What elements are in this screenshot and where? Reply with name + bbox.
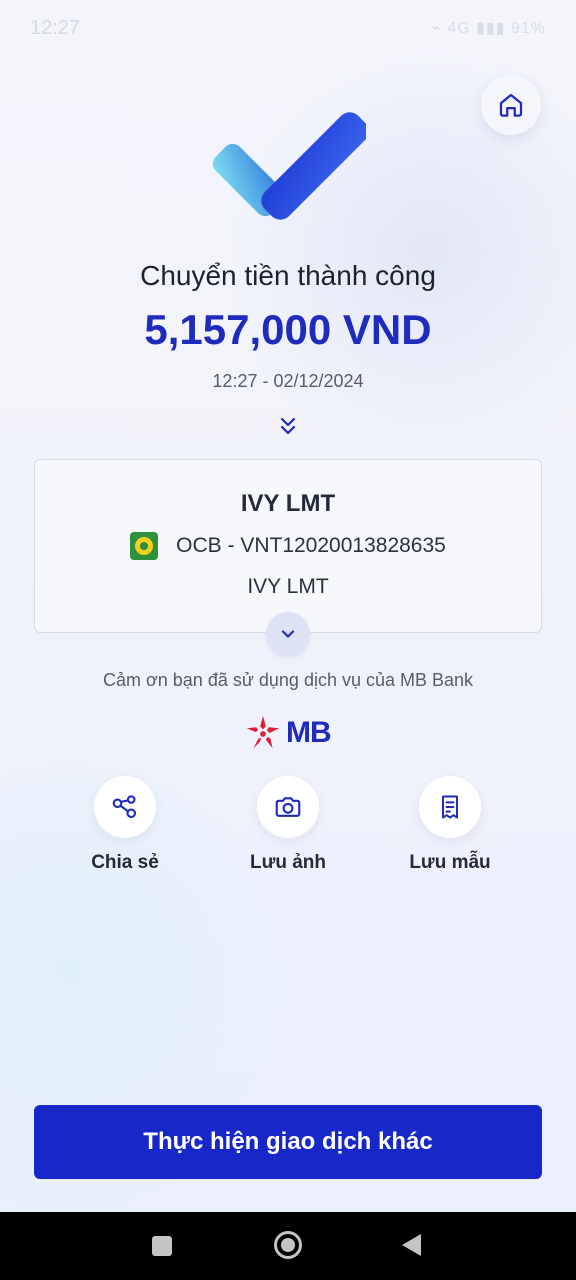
nav-home-icon[interactable] (274, 1231, 302, 1259)
mb-logo-text: MB (286, 716, 332, 749)
transfer-datetime: 12:27 - 02/12/2024 (212, 371, 364, 391)
save-image-label: Lưu ảnh (249, 852, 327, 873)
save-template-action[interactable]: Lưu mẫu (375, 776, 525, 874)
success-check-icon (212, 112, 366, 220)
thanks-message: Cảm ơn bạn đã sử dụng dịch vụ của MB Ban… (102, 670, 474, 690)
share-icon (112, 795, 137, 819)
chevron-down-icon (281, 630, 295, 638)
back-icon[interactable] (402, 1234, 421, 1256)
double-chevron-down-icon[interactable] (276, 414, 300, 440)
recipient-holder: IVY LMT (247, 575, 329, 598)
status-indicators: ⌁ 4G ▮▮▮ 91% (431, 20, 546, 37)
home-icon (499, 93, 523, 117)
share-label: Chia sẻ (91, 852, 159, 873)
mb-star-icon (246, 715, 280, 749)
save-template-label: Lưu mẫu (409, 852, 491, 873)
recipient-account: OCB - VNT12020013828635 (176, 534, 446, 557)
status-bar: 12:27 ⌁ 4G ▮▮▮ 91% (0, 0, 576, 56)
recipient-card: IVY LMT OCB - VNT12020013828635 IVY LMT (34, 459, 542, 633)
transfer-amount: 5,157,000 VND (144, 306, 432, 353)
recipient-name: IVY LMT (240, 490, 336, 517)
mb-bank-logo: MB (244, 712, 332, 754)
transfer-status-title: Chuyển tiền thành công (140, 260, 436, 291)
camera-icon (275, 797, 301, 817)
expand-details-button[interactable] (266, 612, 310, 656)
new-transaction-button[interactable]: Thực hiện giao dịch khác (34, 1105, 542, 1179)
receipt-icon (442, 795, 458, 819)
status-time: 12:27 (30, 16, 81, 39)
save-image-action[interactable]: Lưu ảnh (213, 776, 363, 874)
recipient-account-row: OCB - VNT12020013828635 (35, 532, 541, 560)
recents-icon[interactable] (152, 1236, 172, 1256)
share-action[interactable]: Chia sẻ (50, 776, 200, 874)
home-button[interactable] (481, 75, 541, 135)
ocb-bank-logo-icon (130, 532, 159, 560)
